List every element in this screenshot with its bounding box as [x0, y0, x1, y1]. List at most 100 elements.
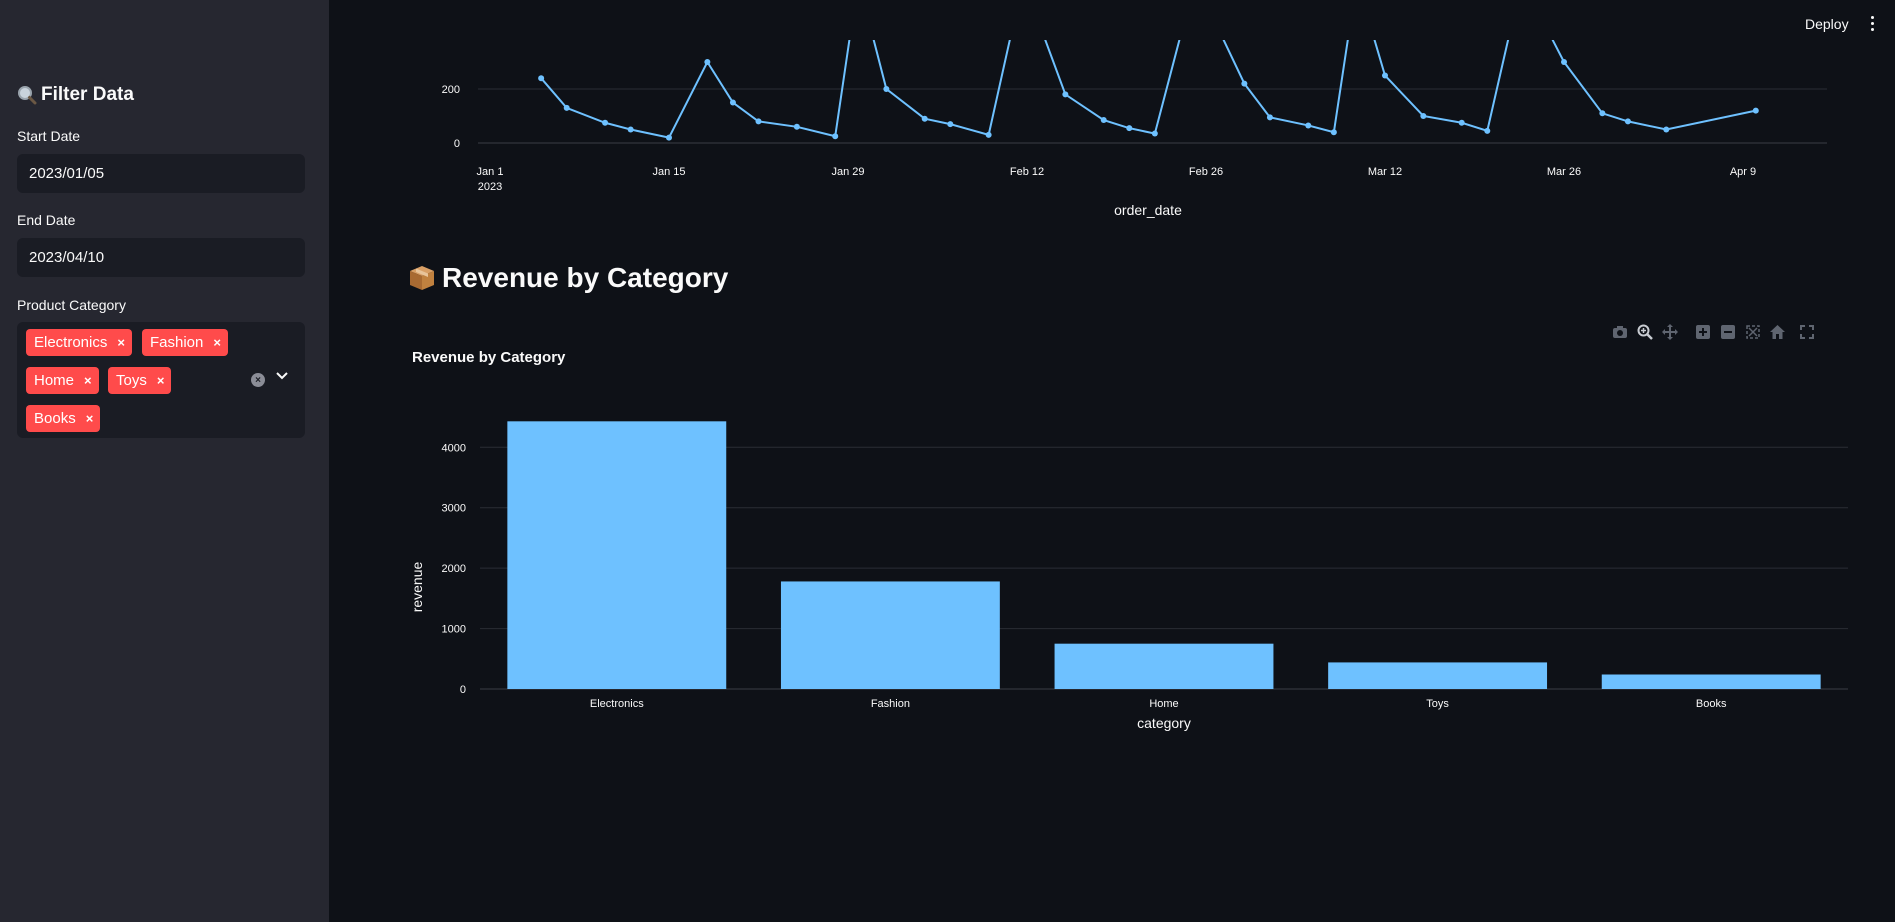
home-icon[interactable] — [1768, 322, 1787, 341]
x-axis-label: category — [1137, 715, 1191, 731]
data-point — [755, 118, 762, 125]
data-point — [883, 86, 890, 92]
chart-title: Revenue by Category — [412, 349, 566, 366]
data-point — [1100, 117, 1107, 124]
data-point — [985, 131, 992, 138]
data-point — [1126, 125, 1133, 132]
tag-label: Books — [34, 410, 76, 427]
tag-books: Books × — [26, 405, 101, 432]
x-tick-label: Feb 26 — [1189, 166, 1223, 178]
data-point — [1266, 114, 1273, 121]
sidebar: Filter Data Start Date 2023/01/05 End Da… — [0, 0, 329, 922]
end-date-label: End Date — [17, 212, 76, 228]
autoscale-icon[interactable] — [1743, 322, 1762, 341]
bar-electronics — [507, 421, 727, 689]
data-point — [1599, 110, 1606, 117]
x-tick-label: Mar 26 — [1547, 166, 1581, 178]
tag-fashion: Fashion × — [142, 329, 228, 356]
tag-electronics: Electronics × — [26, 329, 132, 356]
data-point — [1420, 113, 1427, 119]
y-tick-label: 200 — [442, 84, 460, 96]
tag-remove-icon[interactable]: × — [213, 335, 221, 350]
data-point — [538, 75, 545, 82]
data-point — [563, 104, 570, 111]
data-point — [1624, 118, 1631, 125]
order-date-line-chart[interactable]: 0 200 Jan 1 Jan 15 Jan 29 Feb 12 Feb 26 Mar 12 M… — [400, 40, 1840, 240]
y-axis-label: revenue — [409, 561, 425, 612]
x-tick-sublabel: 2023 — [478, 181, 502, 193]
tag-label: Toys — [116, 372, 147, 389]
x-axis-label: order_date — [1114, 202, 1182, 218]
tag-label: Fashion — [150, 334, 204, 351]
data-point — [1561, 59, 1567, 65]
section-heading-text: Revenue by Category — [442, 262, 729, 293]
product-category-multiselect[interactable]: Electronics × Fashion × Home × Toys × Bo… — [17, 322, 305, 438]
tag-label: Electronics — [34, 334, 108, 351]
end-date-input[interactable]: 2023/04/10 — [17, 238, 305, 277]
data-point — [1382, 72, 1388, 79]
data-point — [1241, 80, 1248, 87]
chart-modebar — [1610, 322, 1816, 342]
revenue-by-category-bar-chart[interactable]: Revenue by Category 0 1000 2000 3000 4000 Elec… — [400, 345, 1860, 735]
chevron-down-icon[interactable] — [275, 369, 289, 383]
pan-icon[interactable] — [1660, 322, 1679, 341]
x-tick-label: Jan 15 — [652, 166, 685, 178]
data-point — [1330, 129, 1337, 136]
sidebar-title-text: Filter Data — [41, 84, 134, 105]
data-point — [666, 134, 672, 141]
data-point — [1062, 91, 1069, 98]
data-point — [704, 59, 711, 65]
main-menu-icon[interactable] — [1868, 16, 1876, 34]
y-tick-label: 2000 — [442, 563, 466, 575]
zoom-in-icon[interactable] — [1693, 322, 1712, 341]
data-point — [1484, 127, 1491, 134]
zoom-icon[interactable] — [1635, 322, 1654, 341]
data-point — [947, 121, 954, 128]
camera-icon[interactable] — [1610, 322, 1629, 341]
start-date-input[interactable]: 2023/01/05 — [17, 154, 305, 193]
product-category-label: Product Category — [17, 297, 126, 313]
data-point — [832, 133, 839, 140]
tag-remove-icon[interactable]: × — [157, 373, 165, 388]
tag-label: Home — [34, 372, 75, 389]
deploy-button[interactable]: Deploy — [1805, 16, 1849, 32]
tag-remove-icon[interactable]: × — [84, 373, 92, 388]
bar-home — [1054, 643, 1274, 689]
tag-remove-icon[interactable]: × — [117, 335, 125, 350]
bar-toys — [1328, 662, 1548, 689]
y-tick-label: 3000 — [442, 503, 466, 515]
y-tick-label: 0 — [460, 684, 466, 696]
data-point — [1151, 130, 1158, 137]
package-icon — [410, 266, 434, 290]
bar-books — [1601, 674, 1821, 689]
sidebar-title: Filter Data — [17, 84, 134, 106]
data-point — [793, 123, 800, 130]
start-date-label: Start Date — [17, 128, 81, 144]
clear-selection-icon[interactable]: × — [251, 373, 265, 387]
data-point — [602, 119, 609, 126]
x-tick-label: Apr 9 — [1730, 166, 1756, 178]
data-point — [729, 99, 736, 106]
tag-home: Home × — [26, 367, 99, 394]
x-tick-label: Jan 1 — [477, 166, 504, 178]
data-point — [1305, 122, 1312, 129]
section-heading: Revenue by Category — [408, 262, 728, 294]
fullscreen-icon[interactable] — [1797, 322, 1816, 341]
x-tick-label: Feb 12 — [1010, 166, 1044, 178]
y-tick-label: 4000 — [442, 442, 466, 454]
zoom-out-icon[interactable] — [1718, 322, 1737, 341]
x-tick-label: Electronics — [590, 698, 644, 710]
magnifier-icon — [18, 86, 37, 105]
data-point — [921, 115, 928, 122]
x-tick-label: Fashion — [871, 698, 910, 710]
y-tick-label: 1000 — [442, 624, 466, 636]
series-group — [538, 40, 1759, 141]
x-tick-label: Home — [1149, 698, 1178, 710]
x-tick-label: Jan 29 — [831, 166, 864, 178]
x-tick-label: Books — [1696, 698, 1727, 710]
bar-fashion — [780, 581, 1000, 689]
data-point — [627, 126, 634, 133]
data-point — [1752, 107, 1759, 114]
x-tick-label: Mar 12 — [1368, 166, 1402, 178]
tag-remove-icon[interactable]: × — [86, 411, 94, 426]
